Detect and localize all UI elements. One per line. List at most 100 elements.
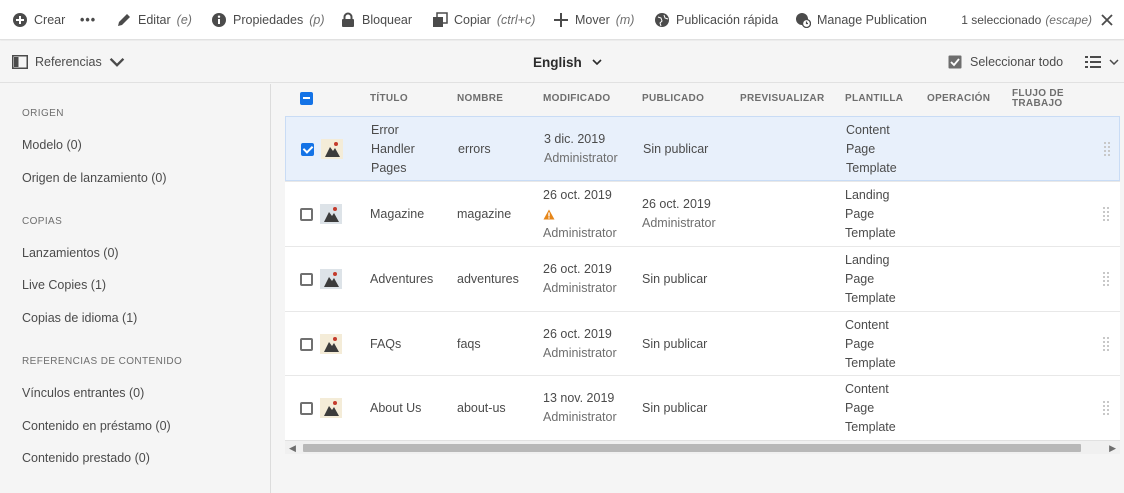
drag-handle-icon[interactable]	[1103, 207, 1109, 221]
rail-section-title: REFERENCIAS DE CONTENIDO	[22, 356, 183, 367]
row-published: 26 oct. 2019 Administrator	[642, 195, 716, 233]
row-title[interactable]: About Us	[370, 399, 421, 418]
row-name: magazine	[457, 207, 512, 221]
scroll-right-arrow[interactable]: ▶	[1109, 443, 1116, 454]
table-row[interactable]: Magazine magazine 26 oct. 2019 Administra…	[285, 181, 1120, 246]
row-checkbox[interactable]	[300, 208, 313, 221]
row-modified-by: Administrator	[543, 281, 617, 295]
rail-item-launch-source[interactable]: Origen de lanzamiento (0)	[22, 171, 167, 185]
row-modified: 26 oct. 2019 Administrator	[543, 325, 617, 363]
row-modified-date: 26 oct. 2019	[543, 327, 612, 341]
lock-icon	[342, 12, 354, 27]
close-icon[interactable]	[1100, 13, 1114, 27]
rail-item-lent-content[interactable]: Contenido prestado (0)	[22, 451, 150, 465]
row-template-line: Landing	[845, 253, 890, 267]
row-name: adventures	[457, 272, 519, 286]
more-actions-button[interactable]: •••	[80, 0, 96, 40]
row-published: Sin publicar	[642, 272, 708, 286]
more-label: •••	[80, 13, 97, 27]
row-checkbox[interactable]	[300, 273, 313, 286]
column-preview[interactable]: PREVISUALIZAR	[740, 84, 824, 114]
rail-item-incoming-links[interactable]: Vínculos entrantes (0)	[22, 386, 144, 400]
lock-label: Bloquear	[362, 13, 413, 27]
table-header: TÍTULO NOMBRE MODIFICADO PUBLICADO PREVI…	[285, 84, 1120, 114]
manage-publication-button[interactable]: Manage Publication	[795, 0, 927, 40]
edit-button[interactable]: Editar (e)	[116, 0, 192, 40]
row-template-line: Content	[845, 382, 889, 396]
clock-globe-icon	[796, 13, 811, 28]
drag-handle-icon[interactable]	[1103, 272, 1109, 286]
column-published[interactable]: PUBLICADO	[642, 84, 704, 114]
row-name: about-us	[457, 401, 506, 415]
rail-item-model[interactable]: Modelo (0)	[22, 138, 82, 152]
scrollbar-thumb[interactable]	[303, 444, 1081, 452]
page-thumbnail-icon	[320, 398, 342, 418]
column-name[interactable]: NOMBRE	[457, 84, 503, 114]
move-icon	[554, 13, 568, 27]
table-row[interactable]: About Us about-us 13 nov. 2019 Administra…	[285, 375, 1120, 440]
scroll-left-arrow[interactable]: ◀	[289, 443, 296, 454]
rail-item-live-copies[interactable]: Live Copies (1)	[22, 278, 106, 292]
table-row[interactable]: Adventures adventures 26 oct. 2019 Admini…	[285, 246, 1120, 311]
rail-item-launches[interactable]: Lanzamientos (0)	[22, 246, 119, 260]
table-row[interactable]: FAQs faqs 26 oct. 2019 Administrator Sin …	[285, 311, 1120, 376]
move-button[interactable]: Mover (m)	[553, 0, 634, 40]
lock-button[interactable]: Bloquear	[340, 0, 412, 40]
chevron-down-icon	[592, 59, 602, 65]
globe-icon	[655, 13, 669, 27]
row-template-line: Template	[845, 291, 896, 305]
view-switcher[interactable]	[1085, 41, 1119, 83]
checkbox-icon	[948, 55, 962, 69]
properties-button[interactable]: Propiedades (p)	[211, 0, 324, 40]
language-selector[interactable]: English	[533, 41, 602, 83]
rail-item-language-copies[interactable]: Copias de idioma (1)	[22, 311, 137, 325]
rail-section-title: COPIAS	[22, 216, 63, 227]
row-title[interactable]: Magazine	[370, 205, 424, 224]
row-title[interactable]: FAQs	[370, 335, 401, 354]
column-workflow[interactable]: FLUJO DE TRABAJO	[1012, 84, 1064, 114]
rail-selector[interactable]: Referencias	[12, 41, 125, 83]
rail-item-borrowed-content[interactable]: Contenido en préstamo (0)	[22, 419, 171, 433]
row-template-line: Page	[845, 337, 875, 351]
rail-icon	[12, 55, 28, 69]
row-modified-by: Administrator	[544, 151, 618, 165]
copy-label: Copiar	[454, 13, 491, 27]
row-modified-date: 13 nov. 2019	[543, 391, 615, 405]
column-template[interactable]: PLANTILLA	[845, 84, 903, 114]
create-button[interactable]: Crear	[12, 0, 65, 40]
edit-icon	[118, 14, 130, 26]
copy-button[interactable]: Copiar (ctrl+c)	[432, 0, 535, 40]
escape-hint: (escape)	[1045, 13, 1092, 27]
column-operation[interactable]: OPERACIÓN	[927, 84, 990, 114]
select-all-button[interactable]: Seleccionar todo	[948, 41, 1063, 83]
properties-label: Propiedades	[233, 13, 304, 27]
row-title[interactable]: Error Handler Pages	[371, 121, 415, 178]
row-title[interactable]: Adventures	[370, 270, 433, 289]
row-template-line: Content	[845, 318, 889, 332]
properties-shortcut: (p)	[309, 13, 325, 27]
chevron-down-icon	[1109, 59, 1119, 65]
drag-handle-icon[interactable]	[1103, 401, 1109, 415]
drag-handle-icon[interactable]	[1104, 142, 1110, 156]
row-checkbox[interactable]	[300, 338, 313, 351]
select-all-checkbox[interactable]	[300, 92, 313, 105]
horizontal-scrollbar[interactable]: ◀ ▶	[285, 440, 1120, 454]
row-title-line: About Us	[370, 401, 422, 415]
quick-publish-label: Publicación rápida	[676, 13, 779, 27]
list-view-icon	[1085, 56, 1101, 68]
row-checkbox[interactable]	[300, 402, 313, 415]
quick-publish-button[interactable]: Publicación rápida	[654, 0, 778, 40]
column-modified[interactable]: MODIFICADO	[543, 84, 610, 114]
warning-icon[interactable]	[543, 209, 555, 220]
row-template-line: Template	[845, 420, 896, 434]
row-modified-by: Administrator	[543, 410, 617, 424]
action-bar: Crear ••• Editar (e) Propiedades (p) Blo…	[0, 0, 1124, 40]
row-checkbox[interactable]	[301, 143, 314, 156]
row-template: Landing Page Template	[845, 186, 896, 243]
chevron-down-icon	[109, 57, 124, 67]
row-modified: 3 dic. 2019 Administrator	[544, 130, 618, 168]
column-title[interactable]: TÍTULO	[370, 84, 408, 114]
table-row[interactable]: Error Handler Pages errors 3 dic. 2019 Admi…	[285, 116, 1120, 181]
copy-icon	[433, 12, 448, 27]
drag-handle-icon[interactable]	[1103, 337, 1109, 351]
